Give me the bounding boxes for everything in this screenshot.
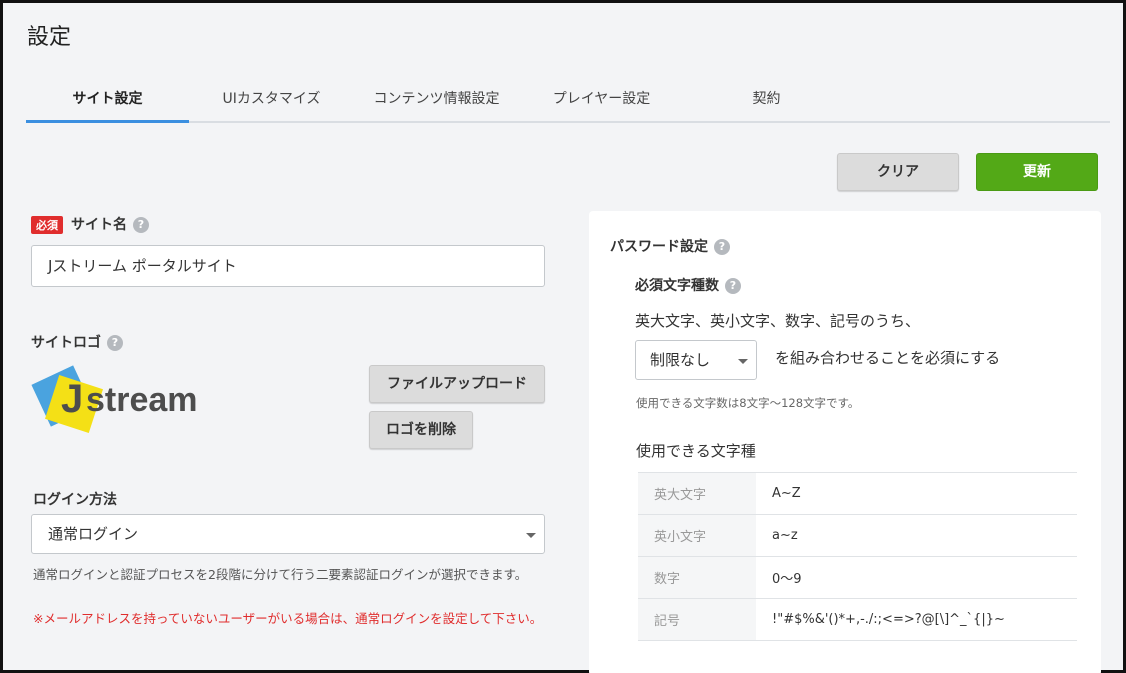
required-types-sentence-prefix: 英大文字、英小文字、数字、記号のうち、: [635, 312, 921, 330]
page-title: 設定: [27, 25, 72, 50]
required-types-sentence-suffix: を組み合わせることを必須にする: [775, 349, 1001, 367]
char-type-cell: 英小文字: [638, 514, 756, 557]
char-type-cell: 記号: [638, 598, 756, 641]
tab-content-info-settings[interactable]: コンテンツ情報設定: [354, 83, 519, 123]
delete-logo-button[interactable]: ロゴを削除: [369, 411, 473, 449]
char-range-cell: !"#$%&'()*+,-./:;<=>?@[\]^_`{|}~: [756, 598, 1077, 641]
allowed-chars-table: 英大文字 A~Z 英小文字 a~z 数字 0〜9 記号 !"#$%&'()*+,…: [638, 472, 1077, 641]
site-name-input[interactable]: Jストリーム ポータルサイト: [31, 245, 545, 287]
active-tab-indicator: [26, 120, 189, 123]
login-method-hint: 通常ログインと認証プロセスを2段階に分けて行う二要素認証ログインが選択できます。: [33, 567, 528, 582]
allowed-chars-heading: 使用できる文字種: [636, 442, 756, 460]
table-row: 英大文字 A~Z: [638, 472, 1077, 515]
tab-player-settings[interactable]: プレイヤー設定: [519, 83, 684, 123]
password-length-note: 使用できる文字数は8文字〜128文字です。: [636, 396, 860, 410]
tab-ui-customize[interactable]: UIカスタマイズ: [189, 83, 354, 123]
required-types-label: 必須文字種数: [635, 278, 719, 294]
required-types-selected: 制限なし: [650, 351, 711, 369]
settings-window: 設定 サイト設定 UIカスタマイズ コンテンツ情報設定 プレイヤー設定 契約 ク…: [0, 0, 1126, 673]
clear-button[interactable]: クリア: [837, 153, 959, 191]
logo-letter: J: [61, 377, 84, 421]
required-types-select[interactable]: 制限なし: [635, 340, 757, 380]
login-method-label: ログイン方法: [33, 492, 117, 508]
required-badge: 必須: [31, 216, 63, 234]
login-method-warning: ※メールアドレスを持っていないユーザーがいる場合は、通常ログインを設定して下さい…: [33, 611, 543, 626]
login-method-selected: 通常ログイン: [48, 525, 139, 543]
required-types-label-group: 必須文字種数?: [635, 275, 741, 295]
help-icon[interactable]: ?: [133, 217, 149, 233]
password-settings-label-group: パスワード設定?: [610, 236, 730, 256]
table-row: 数字 0〜9: [638, 556, 1077, 599]
char-range-cell: a~z: [756, 514, 1077, 557]
password-settings-label: パスワード設定: [610, 239, 708, 255]
tab-contract[interactable]: 契約: [684, 83, 849, 123]
chevron-down-icon: [738, 359, 748, 364]
tab-bar: サイト設定 UIカスタマイズ コンテンツ情報設定 プレイヤー設定 契約: [26, 83, 1110, 123]
table-row: 英小文字 a~z: [638, 514, 1077, 557]
char-range-cell: A~Z: [756, 472, 1077, 515]
site-logo-image: J stream: [31, 363, 201, 435]
file-upload-button[interactable]: ファイルアップロード: [369, 365, 545, 403]
char-type-cell: 数字: [638, 556, 756, 599]
site-name-label: サイト名: [71, 217, 127, 233]
char-type-cell: 英大文字: [638, 472, 756, 515]
chevron-down-icon: [526, 533, 536, 538]
site-name-label-group: 必須 サイト名?: [31, 214, 149, 234]
table-row: 記号 !"#$%&'()*+,-./:;<=>?@[\]^_`{|}~: [638, 598, 1077, 641]
logo-text: stream: [86, 381, 198, 419]
site-logo-label: サイトロゴ: [31, 335, 101, 351]
site-logo-label-group: サイトロゴ?: [31, 332, 123, 352]
help-icon[interactable]: ?: [725, 278, 741, 294]
help-icon[interactable]: ?: [714, 239, 730, 255]
login-method-select[interactable]: 通常ログイン: [31, 514, 545, 554]
char-range-cell: 0〜9: [756, 556, 1077, 599]
update-button[interactable]: 更新: [976, 153, 1098, 191]
help-icon[interactable]: ?: [107, 335, 123, 351]
tab-site-settings[interactable]: サイト設定: [26, 83, 189, 123]
